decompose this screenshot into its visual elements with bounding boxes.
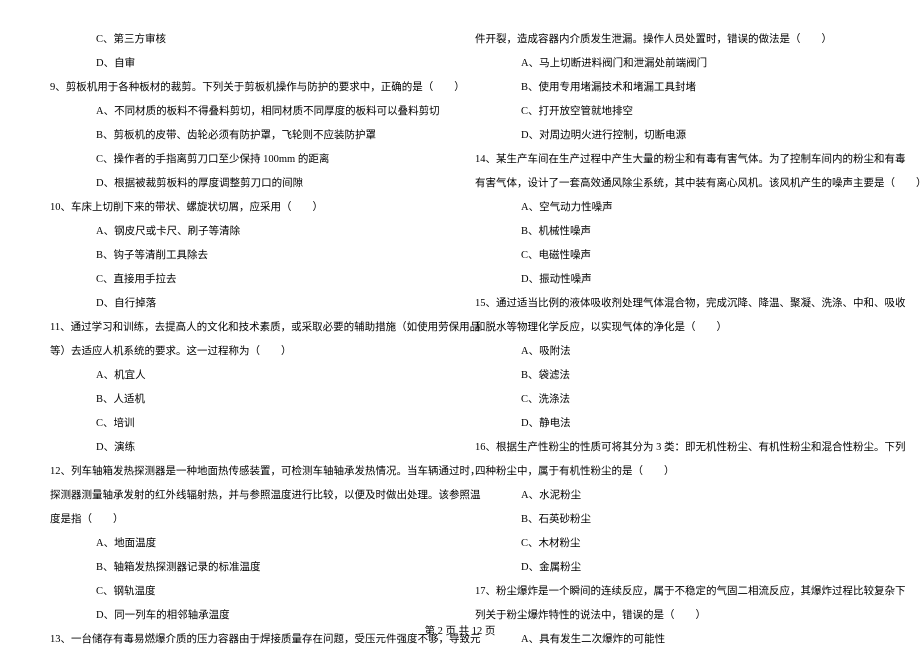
- question-text: 15、通过适当比例的液体吸收剂处理气体混合物，完成沉降、降温、聚凝、洗涤、中和、…: [475, 292, 870, 316]
- option-text: C、洗涤法: [475, 388, 870, 412]
- option-text: D、金属粉尘: [475, 556, 870, 580]
- option-text: B、钩子等清削工具除去: [50, 244, 445, 268]
- option-text: D、自行掉落: [50, 292, 445, 316]
- question-text: 11、通过学习和训练，去提高人的文化和技术素质，或采取必要的辅助措施（如使用劳保…: [50, 316, 445, 340]
- question-continuation: 件开裂，造成容器内介质发生泄漏。操作人员处置时，错误的做法是（ ）: [475, 28, 870, 52]
- question-text: 17、粉尘爆炸是一个瞬间的连续反应，属于不稳定的气固二相流反应，其爆炸过程比较复…: [475, 580, 870, 604]
- option-text: C、电磁性噪声: [475, 244, 870, 268]
- option-text: A、钢皮尺或卡尺、刷子等清除: [50, 220, 445, 244]
- option-text: B、袋滤法: [475, 364, 870, 388]
- question-text: 12、列车轴箱发热探测器是一种地面热传感装置，可检测车轴轴承发热情况。当车辆通过…: [50, 460, 445, 484]
- question-text: 9、剪板机用于各种板材的裁剪。下列关于剪板机操作与防护的要求中，正确的是（ ）: [50, 76, 445, 100]
- option-text: A、地面温度: [50, 532, 445, 556]
- option-text: B、剪板机的皮带、齿轮必须有防护罩，飞轮则不应装防护罩: [50, 124, 445, 148]
- page-footer: 第 2 页 共 12 页: [0, 623, 920, 638]
- option-text: C、第三方审核: [50, 28, 445, 52]
- option-text: D、振动性噪声: [475, 268, 870, 292]
- option-text: A、机宜人: [50, 364, 445, 388]
- option-text: D、静电法: [475, 412, 870, 436]
- right-column: 件开裂，造成容器内介质发生泄漏。操作人员处置时，错误的做法是（ ） A、马上切断…: [460, 28, 870, 610]
- option-text: B、人适机: [50, 388, 445, 412]
- page-content: C、第三方审核 D、自审 9、剪板机用于各种板材的裁剪。下列关于剪板机操作与防护…: [0, 0, 920, 610]
- option-text: B、使用专用堵漏技术和堵漏工具封堵: [475, 76, 870, 100]
- question-text: 10、车床上切削下来的带状、螺旋状切屑，应采用（ ）: [50, 196, 445, 220]
- option-text: D、对周边明火进行控制，切断电源: [475, 124, 870, 148]
- question-text: 16、根据生产性粉尘的性质可将其分为 3 类：即无机性粉尘、有机性粉尘和混合性粉…: [475, 436, 870, 460]
- option-text: B、轴箱发热探测器记录的标准温度: [50, 556, 445, 580]
- option-text: D、根据被裁剪板料的厚度调整剪刀口的间隙: [50, 172, 445, 196]
- option-text: B、石英砂粉尘: [475, 508, 870, 532]
- option-text: A、吸附法: [475, 340, 870, 364]
- option-text: A、水泥粉尘: [475, 484, 870, 508]
- question-continuation: 探测器测量轴承发射的红外线辐射热，并与参照温度进行比较，以便及时做出处理。该参照…: [50, 484, 445, 508]
- option-text: D、自审: [50, 52, 445, 76]
- option-text: D、演练: [50, 436, 445, 460]
- option-text: C、钢轨温度: [50, 580, 445, 604]
- option-text: C、培训: [50, 412, 445, 436]
- option-text: A、空气动力性噪声: [475, 196, 870, 220]
- option-text: C、木材粉尘: [475, 532, 870, 556]
- option-text: C、操作者的手指离剪刀口至少保持 100mm 的距离: [50, 148, 445, 172]
- question-continuation: 四种粉尘中，属于有机性粉尘的是（ ）: [475, 460, 870, 484]
- option-text: A、马上切断进料阀门和泄漏处前端阀门: [475, 52, 870, 76]
- question-continuation: 和脱水等物理化学反应，以实现气体的净化是（ ）: [475, 316, 870, 340]
- option-text: C、直接用手拉去: [50, 268, 445, 292]
- question-text: 14、某生产车间在生产过程中产生大量的粉尘和有毒有害气体。为了控制车间内的粉尘和…: [475, 148, 870, 172]
- question-continuation: 有害气体，设计了一套高效通风除尘系统，其中装有离心风机。该风机产生的噪声主要是（…: [475, 172, 870, 196]
- left-column: C、第三方审核 D、自审 9、剪板机用于各种板材的裁剪。下列关于剪板机操作与防护…: [50, 28, 460, 610]
- question-continuation: 度是指（ ）: [50, 508, 445, 532]
- option-text: C、打开放空管就地排空: [475, 100, 870, 124]
- option-text: B、机械性噪声: [475, 220, 870, 244]
- option-text: A、不同材质的板料不得叠料剪切，相同材质不同厚度的板料可以叠料剪切: [50, 100, 445, 124]
- question-continuation: 等）去适应人机系统的要求。这一过程称为（ ）: [50, 340, 445, 364]
